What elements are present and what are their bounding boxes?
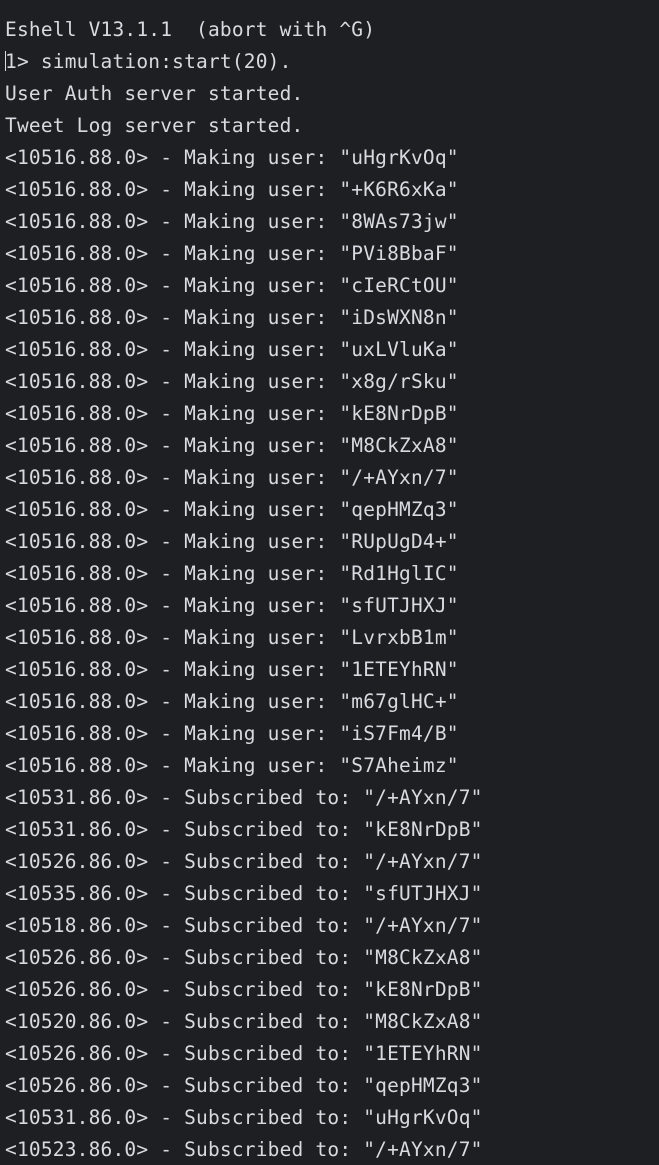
terminal-line: <10535.86.0> - Subscribed to: "sfUTJHXJ" (5, 882, 483, 905)
terminal-line: <10516.88.0> - Making user: "sfUTJHXJ" (5, 594, 459, 617)
terminal-line: <10516.88.0> - Making user: "PVi8BbaF" (5, 242, 459, 265)
terminal-line: <10516.88.0> - Making user: "1ETEYhRN" (5, 658, 459, 681)
terminal-line: <10516.88.0> - Making user: "qepHMZq3" (5, 498, 459, 521)
terminal-line: <10516.88.0> - Making user: "cIeRCtOU" (5, 274, 459, 297)
terminal-line: <10516.88.0> - Making user: "8WAs73jw" (5, 210, 459, 233)
terminal-line: <10516.88.0> - Making user: "S7Aheimz" (5, 754, 459, 777)
prompt-command: 1> simulation:start(20). (5, 50, 292, 73)
terminal-line: <10518.86.0> - Subscribed to: "/+AYxn/7" (5, 914, 483, 937)
terminal-line: <10516.88.0> - Making user: "uxLVluKa" (5, 338, 459, 361)
terminal-line: User Auth server started. (5, 82, 304, 105)
terminal-line: <10516.88.0> - Making user: "iS7Fm4/B" (5, 722, 459, 745)
terminal-line: <10516.88.0> - Making user: "LvrxbB1m" (5, 626, 459, 649)
terminal-line: <10516.88.0> - Making user: "RUpUgD4+" (5, 530, 459, 553)
terminal-line: <10523.86.0> - Subscribed to: "/+AYxn/7" (5, 1138, 483, 1161)
terminal-output[interactable]: Eshell V13.1.1 (abort with ^G) 1> simula… (0, 0, 659, 1165)
terminal-line: <10526.86.0> - Subscribed to: "1ETEYhRN" (5, 1042, 483, 1065)
terminal-line: <10526.86.0> - Subscribed to: "kE8NrDpB" (5, 978, 483, 1001)
terminal-line-prompt: 1> simulation:start(20). (5, 46, 659, 78)
terminal-line: <10516.88.0> - Making user: "Rd1HglIC" (5, 562, 459, 585)
terminal-line: <10516.88.0> - Making user: "+K6R6xKa" (5, 178, 459, 201)
terminal-line: <10526.86.0> - Subscribed to: "qepHMZq3" (5, 1074, 483, 1097)
terminal-line: <10516.88.0> - Making user: "uHgrKvOq" (5, 146, 459, 169)
terminal-line: <10516.88.0> - Making user: "kE8NrDpB" (5, 402, 459, 425)
terminal-line: <10516.88.0> - Making user: "x8g/rSku" (5, 370, 459, 393)
terminal-line: <10520.86.0> - Subscribed to: "M8CkZxA8" (5, 1010, 483, 1033)
terminal-line: <10531.86.0> - Subscribed to: "uHgrKvOq" (5, 1106, 483, 1129)
terminal-line: <10516.88.0> - Making user: "/+AYxn/7" (5, 466, 459, 489)
terminal-line: <10526.86.0> - Subscribed to: "M8CkZxA8" (5, 946, 483, 969)
terminal-line: <10526.86.0> - Subscribed to: "/+AYxn/7" (5, 850, 483, 873)
terminal-line-banner: Eshell V13.1.1 (abort with ^G) (5, 18, 376, 41)
terminal-line: <10516.88.0> - Making user: "iDsWXN8n" (5, 306, 459, 329)
terminal-line: Tweet Log server started. (5, 114, 304, 137)
terminal-line: <10516.88.0> - Making user: "M8CkZxA8" (5, 434, 459, 457)
terminal-line: <10516.88.0> - Making user: "m67glHC+" (5, 690, 459, 713)
terminal-line: <10531.86.0> - Subscribed to: "/+AYxn/7" (5, 786, 483, 809)
terminal-line: <10531.86.0> - Subscribed to: "kE8NrDpB" (5, 818, 483, 841)
